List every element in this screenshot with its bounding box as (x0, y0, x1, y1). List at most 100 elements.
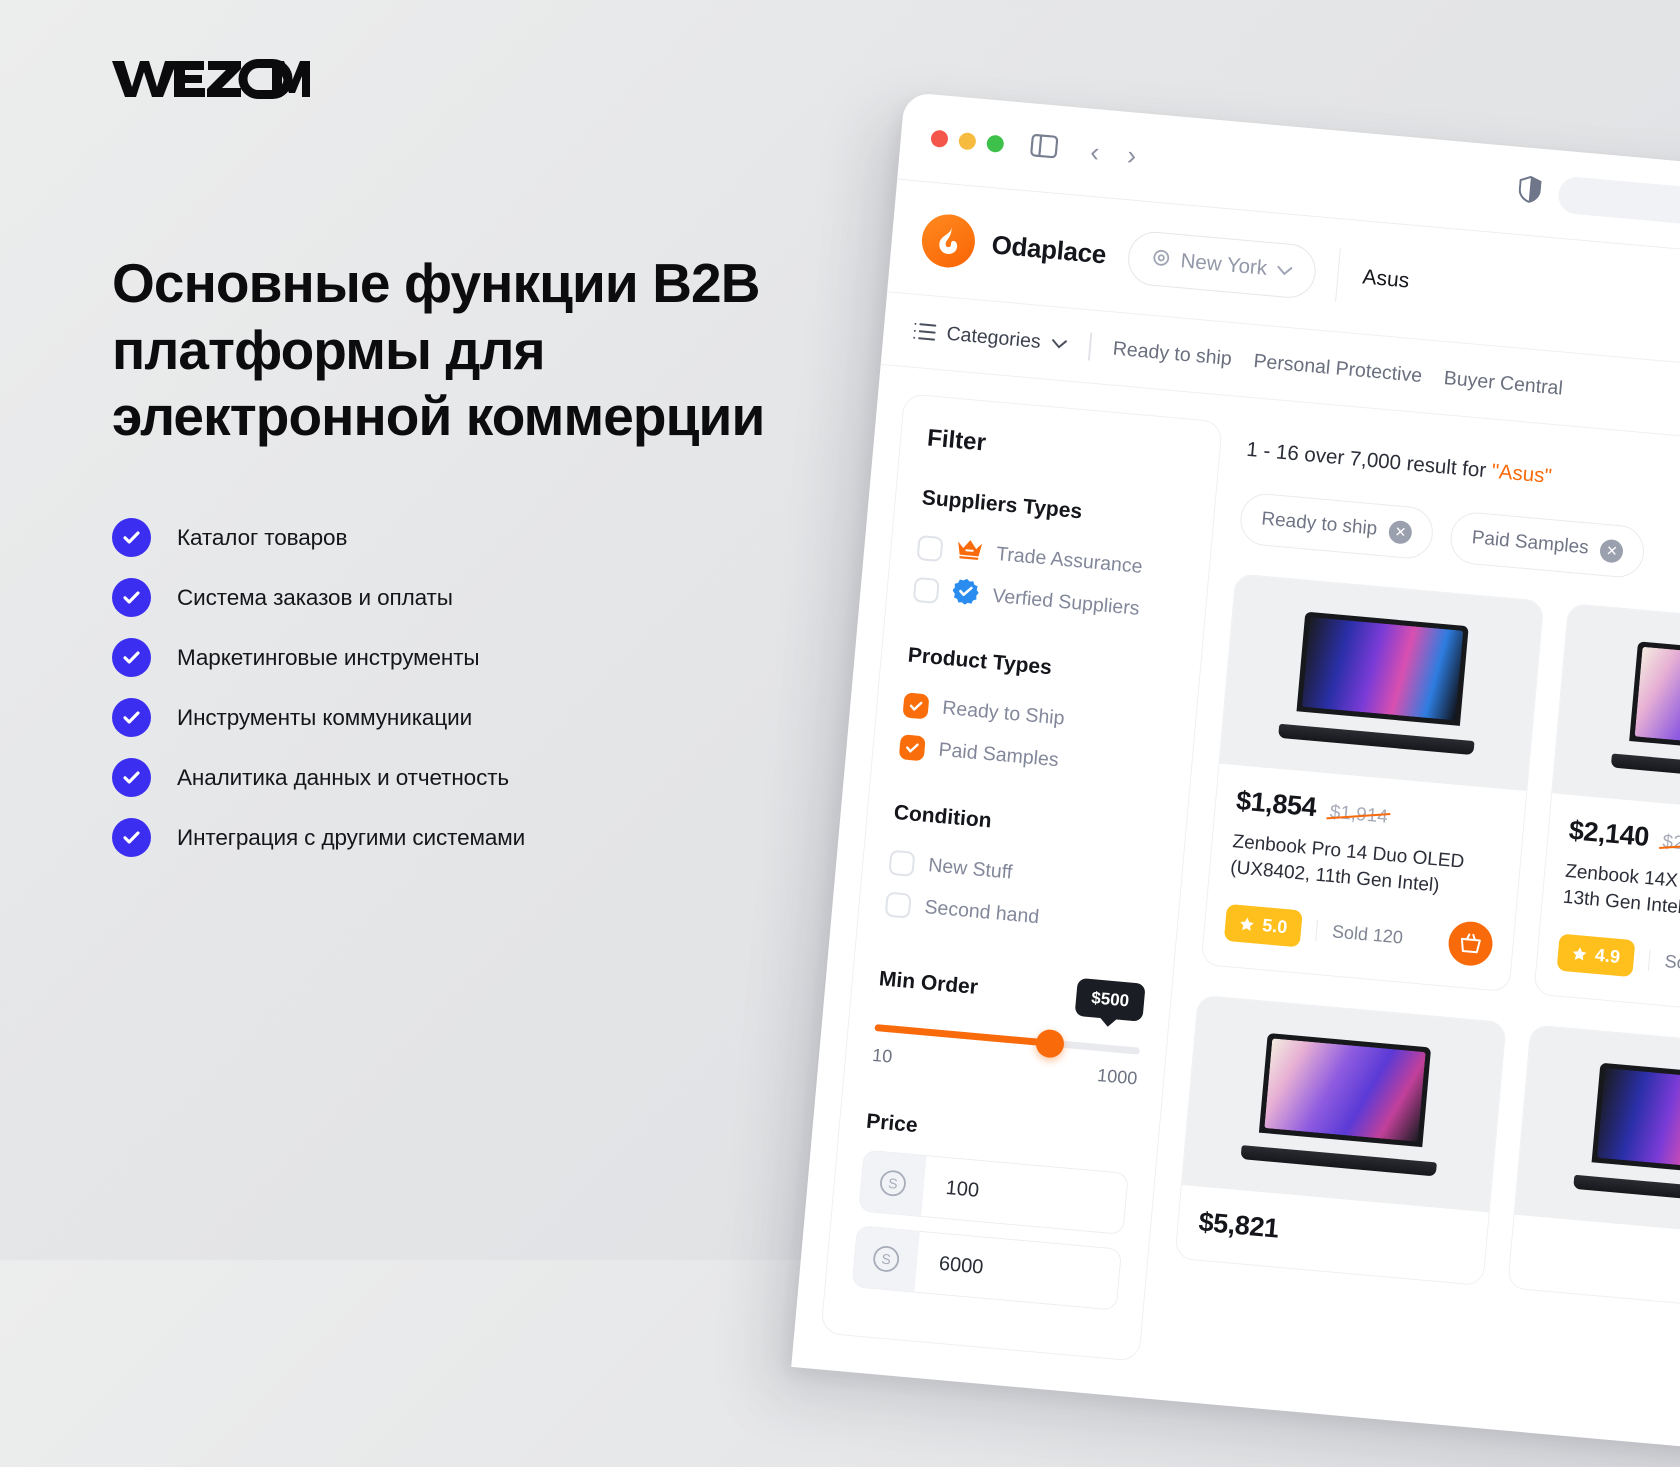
product-grid-row-2: $5,821 (1174, 994, 1680, 1323)
window-controls[interactable] (930, 129, 1005, 153)
price-min-input[interactable]: S 100 (858, 1149, 1129, 1235)
product-image (1219, 574, 1544, 791)
filter-option-label: Trade Assurance (995, 542, 1144, 578)
list-item: Инструменты коммуникации (112, 688, 872, 748)
min-order-label: Min Order (878, 967, 979, 999)
forward-arrow-icon[interactable]: › (1126, 140, 1138, 171)
browser-nav[interactable]: ‹ › (1089, 137, 1138, 171)
checkbox[interactable] (916, 534, 944, 562)
filter-chip-ready-to-ship[interactable]: Ready to ship ✕ (1238, 491, 1436, 561)
laptop-illustration (1573, 1062, 1680, 1207)
laptop-illustration (1278, 610, 1485, 756)
results-panel: 1 - 16 over 7,000 result for "Asus" Read… (1165, 424, 1680, 1428)
price-max-value: 6000 (938, 1252, 985, 1279)
categories-label: Categories (945, 322, 1042, 353)
nav-link-personal-protective[interactable]: Personal Protective (1253, 350, 1423, 388)
check-circle-icon (112, 638, 151, 678)
price-min-value: 100 (944, 1176, 981, 1202)
chevron-down-icon (1052, 338, 1068, 349)
check-circle-icon (112, 818, 151, 858)
product-image (1514, 1025, 1680, 1243)
filter-option-label: Verfied Suppliers (991, 584, 1141, 620)
svg-text:S: S (888, 1175, 899, 1192)
close-icon[interactable]: ✕ (1388, 519, 1414, 545)
result-query: "Asus" (1490, 459, 1553, 488)
checkbox[interactable] (888, 849, 916, 877)
product-grid: $1,854 $1,914 Zenbook Pro 14 Duo OLED (U… (1200, 573, 1680, 1029)
filter-option-label: New Stuff (927, 853, 1014, 884)
product-price: $2,140 (1567, 815, 1651, 853)
slider-min-label: 10 (871, 1044, 894, 1067)
slider-fill (874, 1024, 1050, 1047)
rating-badge: 5.0 (1223, 903, 1303, 948)
zoom-window-button[interactable] (986, 134, 1005, 153)
sold-count: Sold 120 (1315, 919, 1404, 949)
product-card[interactable] (1507, 1024, 1680, 1317)
location-selector[interactable]: New York (1125, 229, 1319, 301)
list-item-label: Интеграция с другими системами (177, 824, 526, 850)
laptop-illustration (1240, 1032, 1447, 1177)
list-item-label: Инструменты коммуникации (177, 704, 473, 730)
list-item: Каталог товаров (112, 508, 872, 568)
check-circle-icon (112, 758, 151, 798)
product-image (1552, 604, 1680, 821)
list-item: Аналитика данных и отчетность (112, 748, 872, 808)
nav-link-ready-to-ship[interactable]: Ready to ship (1112, 337, 1233, 371)
result-count-text: 1 - 16 over 7,000 result for (1245, 437, 1493, 483)
check-circle-icon (112, 698, 151, 738)
close-icon[interactable]: ✕ (1599, 538, 1625, 564)
checkbox[interactable] (912, 576, 940, 604)
sold-count: Sold 98 (1647, 949, 1680, 978)
star-icon (1572, 946, 1587, 961)
product-card[interactable]: $2,140 $2,390 Zenbook 14X OLED (UX3404, … (1533, 602, 1680, 1023)
product-title: Zenbook Pro 14 Duo OLED (UX8402, 11th Ge… (1229, 831, 1466, 897)
search-value: Asus (1361, 265, 1411, 293)
product-card[interactable]: $5,821 (1174, 994, 1507, 1287)
check-circle-icon (112, 578, 151, 618)
minimize-window-button[interactable] (958, 132, 977, 151)
close-window-button[interactable] (930, 129, 949, 148)
shield-icon[interactable] (1517, 175, 1542, 209)
price-max-input[interactable]: S 6000 (851, 1225, 1123, 1311)
chip-label: Paid Samples (1470, 527, 1590, 559)
back-arrow-icon[interactable]: ‹ (1089, 137, 1101, 168)
feature-list: Каталог товаров Система заказов и оплаты… (112, 508, 872, 868)
dollar-icon: S (859, 1150, 927, 1216)
nav-link-buyer-central[interactable]: Buyer Central (1443, 367, 1564, 401)
filter-group-title-condition: Condition (892, 800, 993, 833)
add-to-cart-button[interactable] (1446, 920, 1495, 968)
checkbox[interactable] (898, 733, 926, 761)
checkbox[interactable] (902, 691, 930, 719)
sidebar-toggle-icon[interactable] (1029, 133, 1059, 163)
check-circle-icon (112, 518, 151, 558)
location-label: New York (1179, 249, 1269, 280)
verified-badge-icon (951, 577, 980, 610)
divider (1088, 332, 1093, 361)
filter-group-title-suppliers: Suppliers Types (920, 486, 1084, 524)
categories-menu[interactable]: Categories (913, 319, 1069, 356)
product-price: $1,854 (1235, 785, 1318, 823)
svg-text:S: S (881, 1251, 892, 1268)
brand[interactable]: Odaplace (919, 211, 1109, 281)
product-old-price: $1,914 (1328, 801, 1389, 828)
checkbox[interactable] (884, 891, 912, 919)
laptop-illustration (1610, 640, 1680, 785)
rating-badge: 4.9 (1556, 933, 1636, 977)
chevron-down-icon (1277, 265, 1293, 275)
rating-value: 5.0 (1261, 914, 1289, 938)
list-item-label: Маркетинговые инструменты (177, 644, 480, 670)
page-title: Основные функции B2B платформы для элект… (112, 252, 765, 448)
filter-title: Filter (926, 424, 987, 457)
slider-max-label: 1000 (1096, 1065, 1139, 1089)
list-icon (913, 322, 937, 341)
list-item: Маркетинговые инструменты (112, 628, 872, 688)
product-card[interactable]: $1,854 $1,914 Zenbook Pro 14 Duo OLED (U… (1200, 573, 1545, 993)
product-title: Zenbook 14X OLED (UX3404, 13th Gen Intel… (1562, 860, 1680, 919)
filter-group-title-product-types: Product Types (906, 643, 1053, 680)
filter-option-label: Second hand (923, 895, 1041, 928)
dollar-icon: S (852, 1226, 920, 1292)
slider-handle[interactable] (1034, 1027, 1065, 1059)
chip-label: Ready to ship (1260, 508, 1379, 540)
price-label: Price (865, 1109, 919, 1138)
filter-chip-paid-samples[interactable]: Paid Samples ✕ (1448, 510, 1647, 580)
